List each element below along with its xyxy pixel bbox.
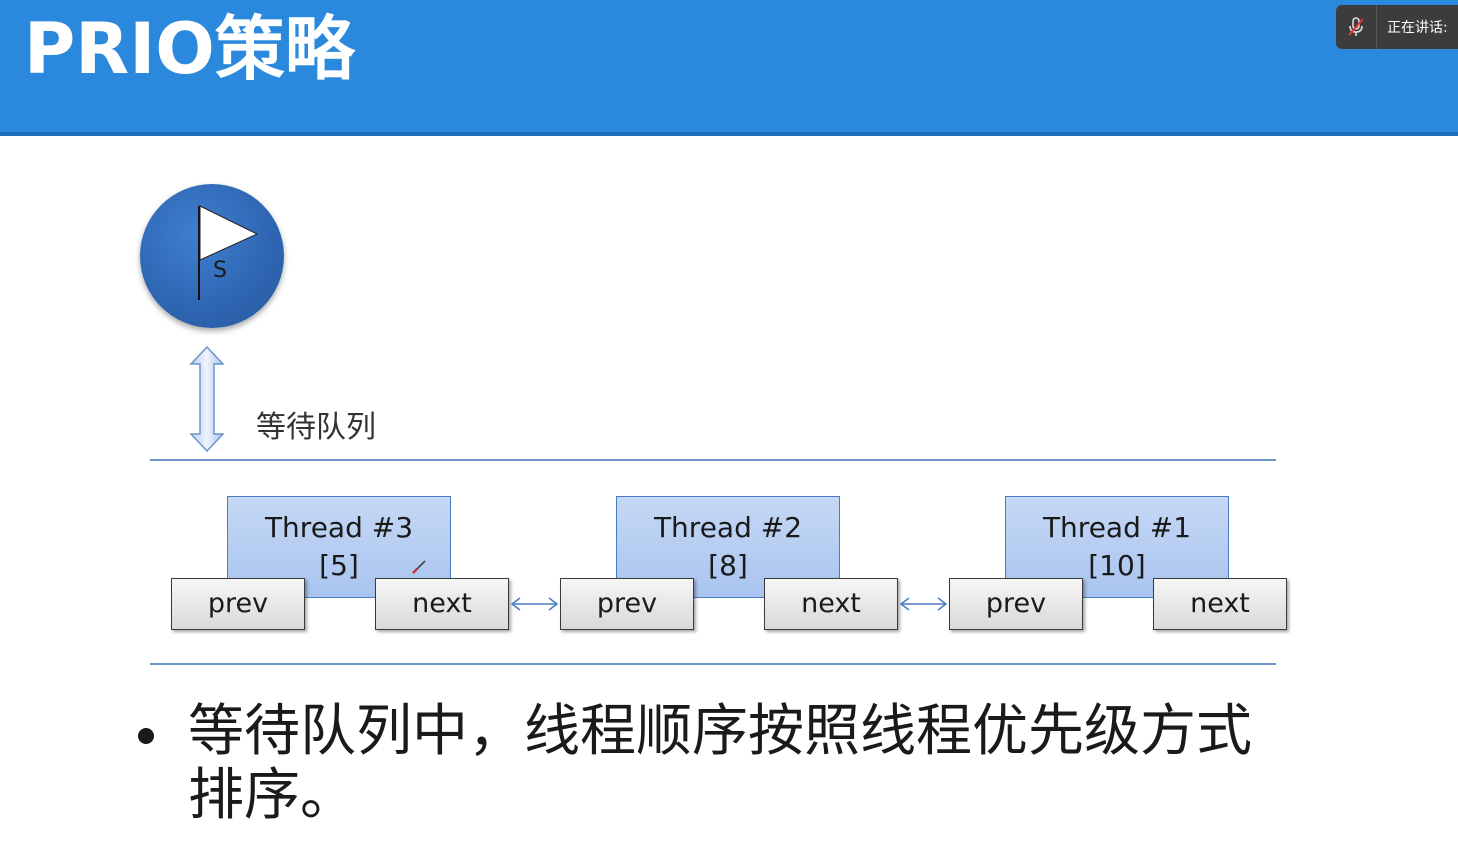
pen-cursor-icon (410, 558, 428, 580)
prev-pointer: prev (949, 578, 1083, 630)
start-circle (140, 184, 284, 328)
bullet-dot (138, 728, 154, 744)
slide-title: PRIO策略 (24, 8, 355, 90)
slide-header: PRIO策略 正在讲话: (0, 0, 1458, 136)
double-arrow-horizontal-icon (898, 594, 949, 618)
prev-pointer: prev (171, 578, 305, 630)
double-arrow-vertical-icon (188, 345, 226, 456)
next-pointer: next (764, 578, 898, 630)
speaking-label: 正在讲话: (1387, 20, 1448, 36)
divider-bottom (150, 663, 1276, 665)
flag-letter: S (213, 258, 227, 283)
next-pointer: next (375, 578, 509, 630)
flag-icon (198, 205, 259, 300)
bullet-text: 等待队列中，线程顺序按照线程优先级方式排序。 (188, 699, 1252, 828)
slide: PRIO策略 正在讲话: S 等待队列 Thread #3 [5] prev n… (0, 0, 1458, 842)
speaking-indicator[interactable]: 正在讲话: (1336, 5, 1458, 49)
prev-pointer: prev (560, 578, 694, 630)
double-arrow-horizontal-icon (509, 594, 560, 618)
divider-top (150, 459, 1276, 461)
thread-name: Thread #2 (653, 511, 803, 544)
next-pointer: next (1153, 578, 1287, 630)
mic-muted-icon[interactable] (1336, 5, 1377, 49)
thread-name: Thread #1 (1042, 511, 1192, 544)
wait-queue-label: 等待队列 (256, 410, 376, 445)
thread-name: Thread #3 (264, 511, 414, 544)
